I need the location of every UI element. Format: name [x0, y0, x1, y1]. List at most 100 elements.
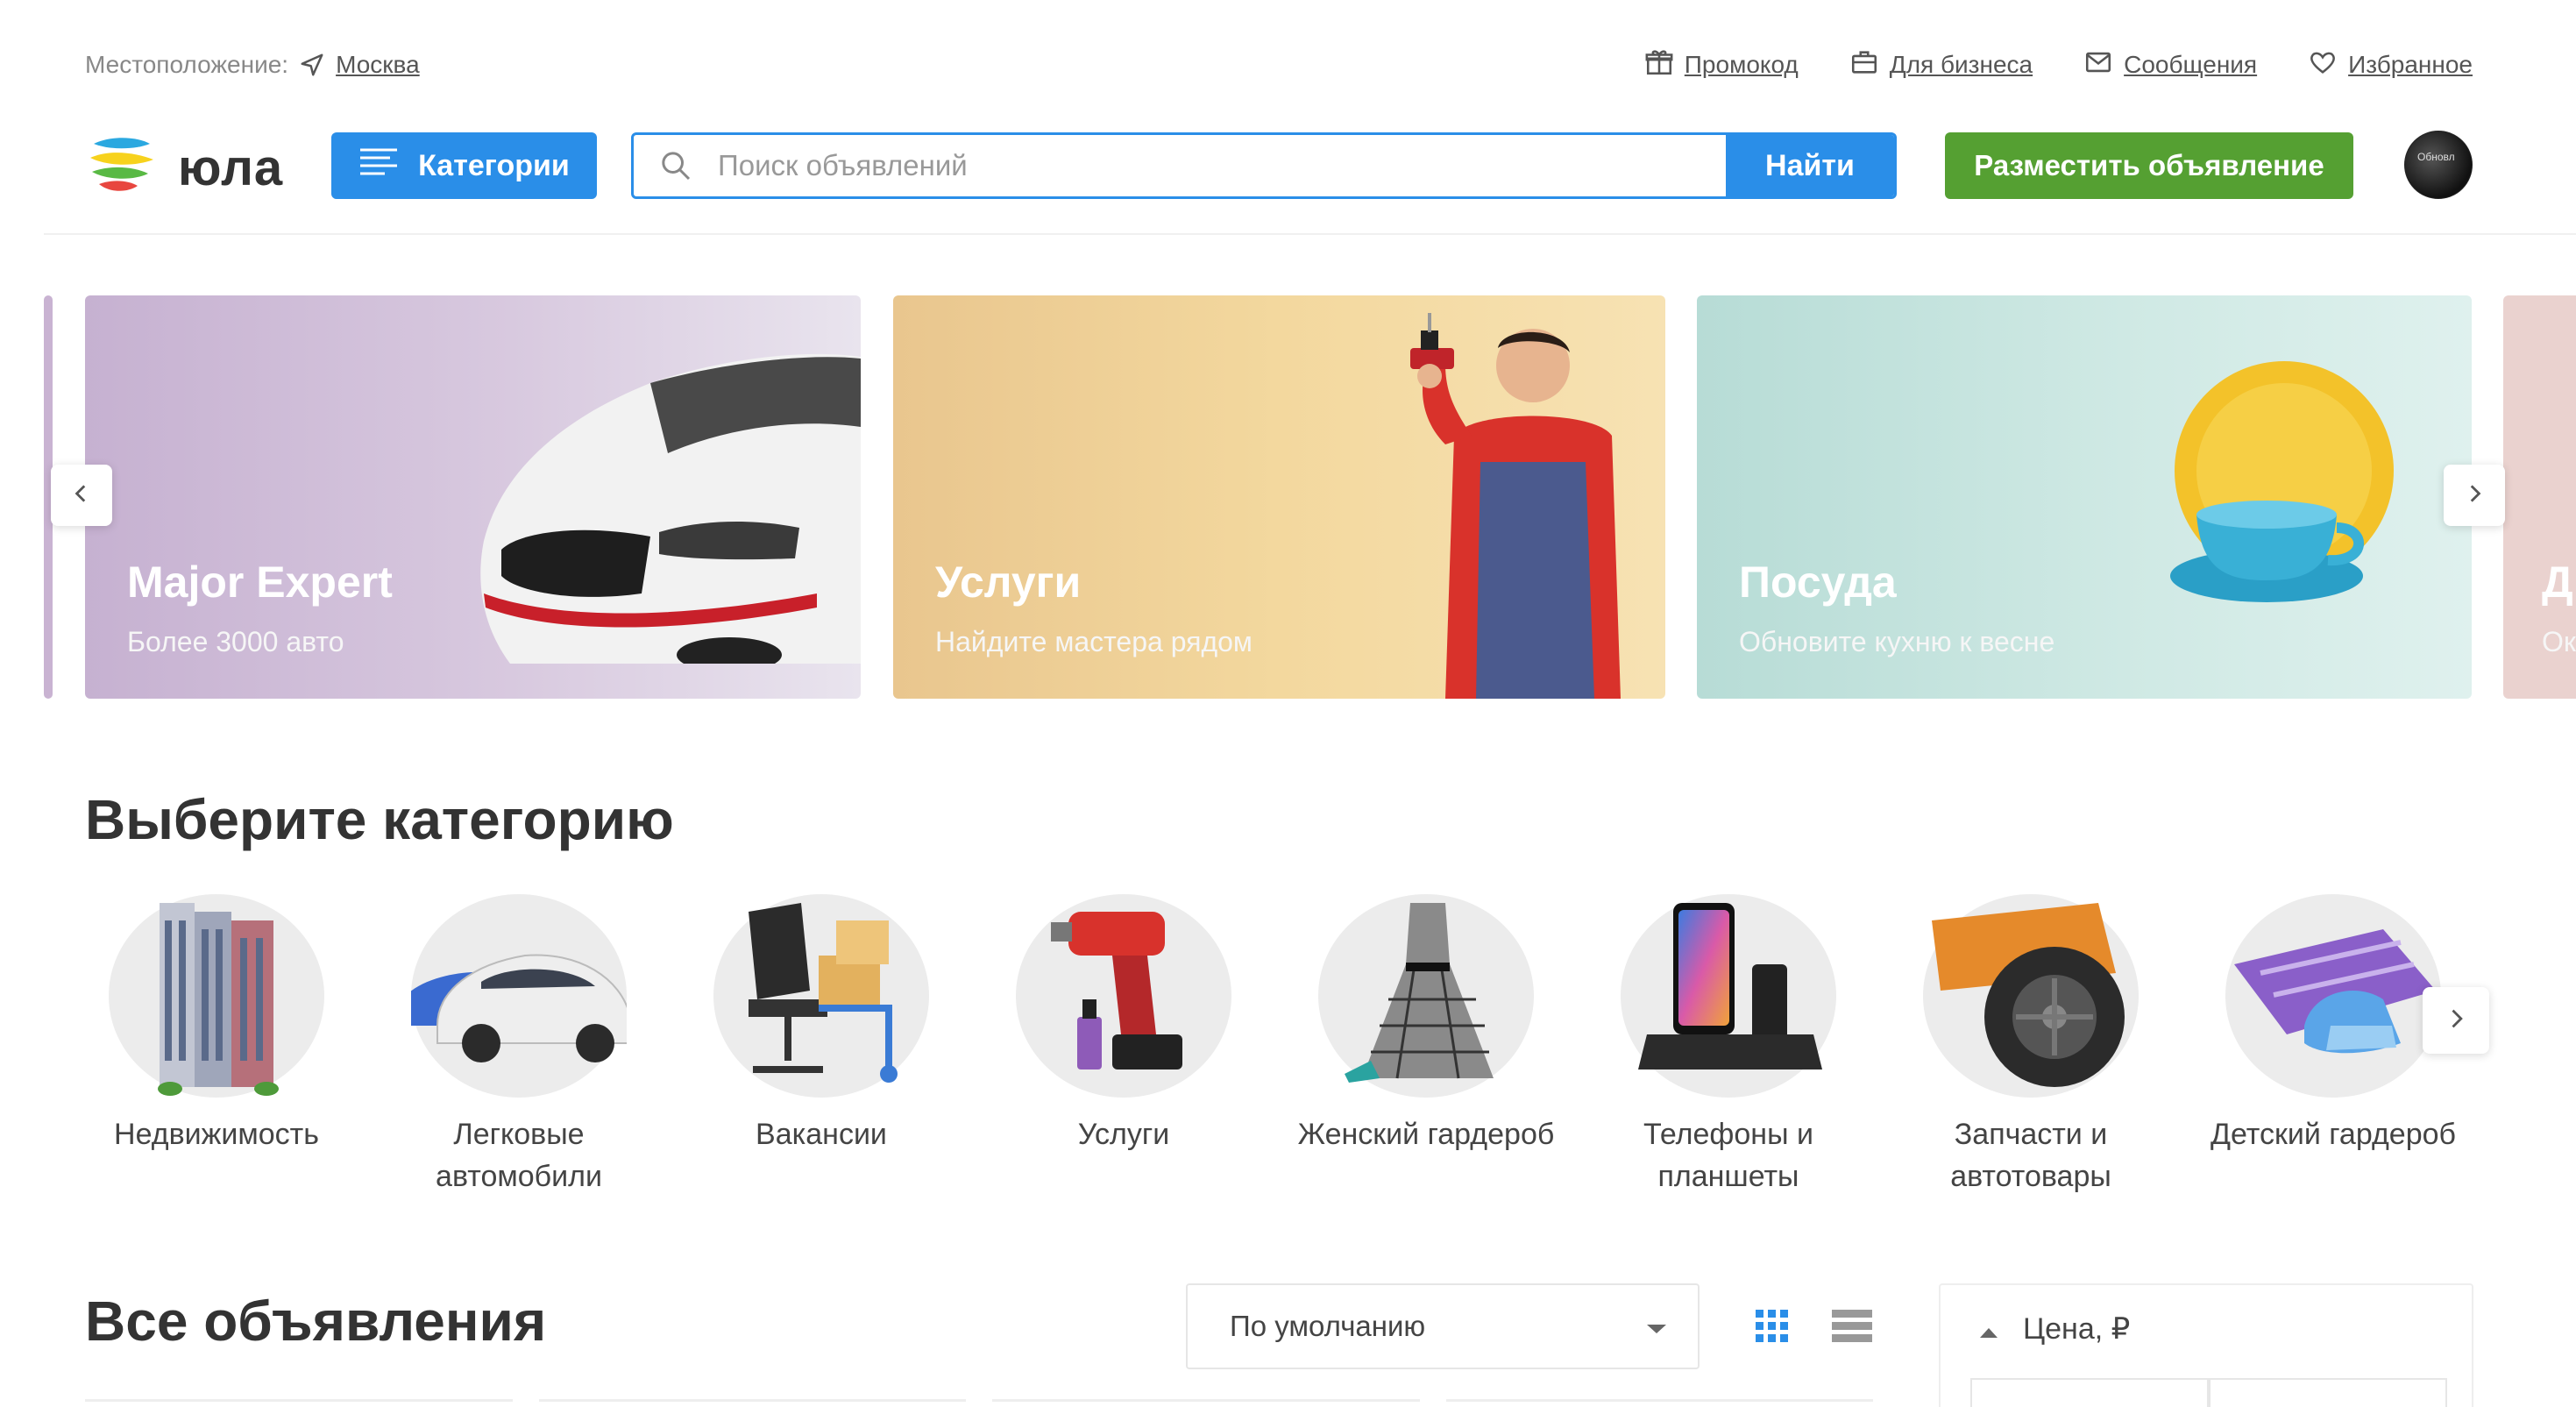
- banner-title: Major Expert: [127, 558, 393, 607]
- caret-up-icon: [1979, 1312, 1998, 1347]
- category-image: [1621, 894, 1836, 1098]
- chevron-right-icon: [2444, 1006, 2468, 1035]
- banner-major-expert[interactable]: Major Expert Более 3000 авто: [85, 295, 861, 699]
- banner-subtitle: Найдите мастера рядом: [935, 626, 1253, 657]
- category-list: Недвижимость Легковые автомобили Ваканси…: [85, 894, 2487, 1193]
- carousel-prev-button[interactable]: [51, 465, 112, 526]
- banner-dishes[interactable]: Посуда Обновите кухню к весне: [1697, 295, 2472, 699]
- messages-link-label: Сообщения: [2124, 51, 2258, 78]
- envelope-icon: [2083, 47, 2113, 83]
- banner-subtitle: Более 3000 авто: [127, 626, 344, 657]
- wheel-icon: [1932, 903, 2125, 1087]
- banner-subtitle: Обновите кухню к весне: [1739, 626, 2055, 657]
- list-view-toggle[interactable]: [1830, 1308, 1874, 1349]
- category-image: [109, 894, 324, 1098]
- category-image: [1318, 894, 1534, 1098]
- banner-title: Посуда: [1739, 558, 1897, 607]
- header-divider: [44, 233, 2576, 235]
- location-arrow-icon: [299, 52, 325, 78]
- business-link-label: Для бизнеса: [1889, 51, 2033, 78]
- category-jobs[interactable]: Вакансии: [690, 894, 953, 1155]
- category-image: [402, 894, 631, 1098]
- favorites-link[interactable]: Избранное: [2308, 47, 2473, 83]
- heart-icon: [2308, 47, 2338, 83]
- top-bar: Местоположение: Москва Промокод Для бизн…: [85, 49, 2473, 81]
- category-women-clothing[interactable]: Женский гардероб: [1295, 894, 1558, 1155]
- drill-icon: [1051, 912, 1182, 1069]
- city-link[interactable]: Москва: [336, 51, 420, 79]
- building-icon: [158, 903, 279, 1096]
- favorites-link-label: Избранное: [2348, 51, 2473, 78]
- car-image: [480, 353, 861, 664]
- category-label: Недвижимость: [114, 1118, 319, 1151]
- phone-icon: [1638, 903, 1822, 1069]
- category-image: [2225, 894, 2441, 1098]
- grid-view-toggle[interactable]: [1754, 1308, 1791, 1349]
- category-phones[interactable]: Телефоны и планшеты: [1597, 894, 1860, 1197]
- handyman-image: [1410, 313, 1621, 699]
- search-input[interactable]: [718, 135, 1726, 196]
- chevron-right-icon: [2463, 482, 2486, 509]
- chevron-left-icon: [70, 482, 93, 509]
- category-image: [1016, 894, 1231, 1098]
- messages-link[interactable]: Сообщения: [2083, 47, 2257, 83]
- category-services[interactable]: Услуги: [992, 894, 1255, 1155]
- listing-card[interactable]: [85, 1399, 513, 1403]
- dress-icon: [1345, 903, 1494, 1083]
- gift-icon: [1644, 47, 1674, 83]
- menu-icon: [358, 146, 399, 186]
- logo-text: юла: [178, 139, 284, 196]
- search-icon: [634, 135, 718, 196]
- grid-icon: [1754, 1310, 1791, 1348]
- categories-heading: Выберите категорию: [85, 788, 674, 851]
- category-cars[interactable]: Легковые автомобили: [387, 894, 650, 1197]
- listing-card[interactable]: [538, 1399, 966, 1403]
- category-label: Услуги: [1077, 1118, 1170, 1151]
- banner-services[interactable]: Услуги Найдите мастера рядом: [893, 295, 1665, 699]
- business-link[interactable]: Для бизнеса: [1849, 47, 2033, 83]
- location: Местоположение: Москва: [85, 51, 420, 79]
- location-label: Местоположение:: [85, 51, 289, 78]
- category-auto-parts[interactable]: Запчасти и автотовары: [1899, 894, 2162, 1197]
- avatar-text: Обновл: [2417, 151, 2455, 163]
- price-to-input[interactable]: [2209, 1378, 2447, 1407]
- all-listings-heading: Все объявления: [85, 1290, 547, 1353]
- categories-next-button[interactable]: [2423, 987, 2489, 1054]
- logo[interactable]: юла: [85, 131, 283, 204]
- price-filter-label: Цена, ₽: [2023, 1312, 2131, 1346]
- categories-button-label: Категории: [418, 148, 570, 182]
- banner-title: Д: [2542, 558, 2573, 607]
- listing-card[interactable]: [992, 1399, 1420, 1403]
- category-label: Детский гардероб: [2210, 1118, 2457, 1151]
- category-label: Вакансии: [756, 1118, 887, 1151]
- sort-select-value: По умолчанию: [1230, 1310, 1426, 1342]
- banner-partial-right[interactable]: Д Ок: [2503, 295, 2576, 699]
- office-chair-icon: [749, 903, 898, 1083]
- listing-card[interactable]: [1445, 1399, 1873, 1403]
- banner-title: Услуги: [935, 558, 1082, 607]
- logo-icon: [85, 131, 157, 204]
- category-label: Запчасти и автотовары: [1950, 1118, 2111, 1193]
- list-icon: [1830, 1310, 1874, 1348]
- sort-select[interactable]: По умолчанию: [1186, 1283, 1700, 1369]
- promo-link[interactable]: Промокод: [1644, 47, 1799, 83]
- avatar[interactable]: Обновл: [2404, 131, 2473, 199]
- search-button[interactable]: Найти: [1726, 135, 1894, 196]
- category-real-estate[interactable]: Недвижимость: [85, 894, 348, 1155]
- category-image: [1923, 894, 2139, 1098]
- banner-carousel: Major Expert Более 3000 авто Услуги Найд…: [44, 295, 2576, 699]
- briefcase-icon: [1849, 47, 1879, 83]
- search-bar: Найти: [631, 132, 1897, 199]
- price-filter-toggle[interactable]: Цена, ₽: [1979, 1311, 2130, 1347]
- category-image: [713, 894, 929, 1098]
- listing-cards: [85, 1399, 1873, 1403]
- caret-down-icon: [1645, 1310, 1668, 1343]
- post-ad-button[interactable]: Разместить объявление: [1945, 132, 2353, 199]
- dishes-image: [2170, 361, 2394, 602]
- categories-button[interactable]: Категории: [331, 132, 597, 199]
- price-from-input[interactable]: [1970, 1378, 2209, 1407]
- category-label: Женский гардероб: [1297, 1118, 1555, 1151]
- top-links: Промокод Для бизнеса Сообщения Избранное: [1644, 47, 2473, 83]
- car-icon: [402, 954, 631, 1062]
- carousel-next-button[interactable]: [2444, 465, 2505, 526]
